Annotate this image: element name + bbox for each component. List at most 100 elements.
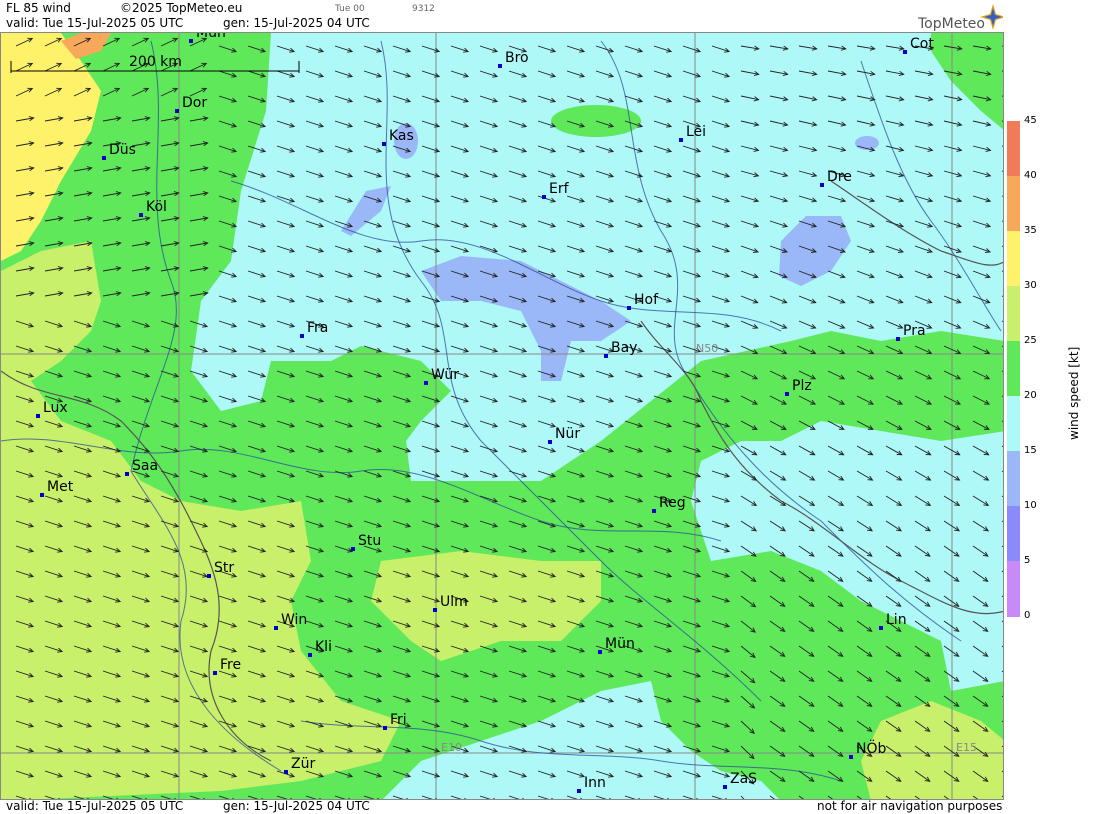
city-label: Erf [549, 181, 570, 197]
city-dot-icon [213, 671, 217, 675]
city-dot-icon [189, 39, 193, 43]
city-dot-icon [433, 608, 437, 612]
city-label: Fre [220, 657, 241, 673]
city-dot-icon [308, 653, 312, 657]
city-label: Kas [389, 128, 414, 144]
footer-gen: gen: 15-Jul-2025 04 UTC [223, 799, 370, 813]
city-dot-icon [548, 440, 552, 444]
run-text: Tue 00 [335, 4, 365, 14]
city-label: Zür [291, 756, 315, 772]
city-label: Fra [307, 320, 328, 336]
city-label: Nür [555, 426, 580, 442]
colorbar-tick: 45 [1024, 115, 1037, 126]
city-label: Wür [431, 367, 459, 383]
wind-map[interactable]: Mün Dor Düs Köl Kas Bro Erf Lei Dre Cot Hof Bay Fra W… [0, 32, 1004, 800]
city-dot-icon [604, 354, 608, 358]
city-label: Met [47, 479, 74, 495]
valid-time: valid: Tue 15-Jul-2025 05 UTC [6, 16, 184, 30]
city-dot-icon [577, 789, 581, 793]
colorbar-segment [1007, 286, 1020, 342]
city-label: Str [214, 560, 234, 576]
header-bar: FL 85 wind ©2025 TopMeteo.eu Tue 00 9312… [0, 0, 1006, 32]
city-label: Stu [358, 533, 381, 549]
colorbar-tick: 35 [1024, 225, 1037, 236]
colorbar-tick: 5 [1024, 555, 1031, 566]
city-label: Mün [196, 33, 226, 41]
colorbar [1007, 121, 1020, 617]
city-dot-icon [102, 156, 106, 160]
colorbar-segment [1007, 506, 1020, 562]
chart-title: FL 85 wind [6, 1, 71, 15]
city-dot-icon [424, 381, 428, 385]
topmeteo-logo: TopMeteo [908, 2, 1006, 32]
city-dot-icon [679, 138, 683, 142]
city-label: Bro [505, 50, 529, 66]
code-text: 9312 [412, 4, 435, 14]
city-label: Dor [182, 95, 207, 111]
footer-note: not for air navigation purposes [817, 799, 1003, 813]
city-dot-icon [300, 334, 304, 338]
city-label: Lin [886, 612, 907, 628]
city-dot-icon [40, 493, 44, 497]
colorbar-tick: 30 [1024, 280, 1037, 291]
colorbar-segment [1007, 341, 1020, 397]
city-dot-icon [598, 650, 602, 654]
grid-label-e15: E15 [956, 741, 977, 754]
scale-label: 200 km [129, 54, 182, 70]
colorbar-tick: 40 [1024, 170, 1037, 181]
colorbar-segment [1007, 561, 1020, 617]
city-dot-icon [125, 472, 129, 476]
colorbar-segment [1007, 176, 1020, 232]
map-canvas: Mün Dor Düs Köl Kas Bro Erf Lei Dre Cot Hof Bay Fra W… [1, 33, 1003, 799]
grid-label-n50: N50 [696, 342, 718, 355]
city-dot-icon [723, 785, 727, 789]
city-dot-icon [382, 142, 386, 146]
city-dot-icon [542, 195, 546, 199]
city-label: ZaS [730, 771, 757, 787]
city-label: Kli [315, 639, 332, 655]
city-dot-icon [36, 414, 40, 418]
city-dot-icon [274, 626, 278, 630]
colorbar-segment [1007, 121, 1020, 177]
city-dot-icon [879, 626, 883, 630]
colorbar-tick: 10 [1024, 500, 1037, 511]
city-dot-icon [139, 213, 143, 217]
city-dot-icon [175, 109, 179, 113]
city-label: NÖb [856, 739, 886, 757]
city-label: Lei [686, 124, 706, 140]
city-label: Ulm [440, 594, 468, 610]
city-dot-icon [820, 183, 824, 187]
colorbar-title: wind speed [kt] [1067, 346, 1081, 440]
footer-valid: valid: Tue 15-Jul-2025 05 UTC [6, 799, 184, 813]
city-label: Lux [43, 400, 68, 416]
wind-band-10-15-small [855, 136, 879, 150]
city-label: Köl [146, 199, 167, 215]
city-label: Düs [109, 142, 136, 158]
brand-name: TopMeteo [918, 16, 985, 32]
city-label: Fri [390, 712, 407, 728]
city-label: Cot [910, 36, 934, 52]
colorbar-segment [1007, 451, 1020, 507]
city-dot-icon [351, 547, 355, 551]
city-dot-icon [498, 64, 502, 68]
city-label: Plz [792, 378, 812, 394]
city-dot-icon [652, 509, 656, 513]
city-dot-icon [849, 755, 853, 759]
city-label: Reg [659, 495, 686, 511]
city-dot-icon [896, 337, 900, 341]
city-label: Saa [132, 458, 158, 474]
city-label: Dre [827, 169, 852, 185]
colorbar-segment [1007, 396, 1020, 452]
colorbar-tick: 15 [1024, 445, 1037, 456]
city-dot-icon [207, 574, 211, 578]
gen-time: gen: 15-Jul-2025 04 UTC [223, 16, 370, 30]
city-label: Bay [611, 340, 637, 356]
city-dot-icon [284, 770, 288, 774]
city-label: Mün [605, 636, 635, 652]
city-dot-icon [383, 726, 387, 730]
colorbar-tick: 0 [1024, 610, 1031, 621]
city-label: Win [281, 612, 307, 628]
grid-label-e10: E10 [441, 741, 462, 754]
city-dot-icon [627, 306, 631, 310]
city-dot-icon [785, 392, 789, 396]
